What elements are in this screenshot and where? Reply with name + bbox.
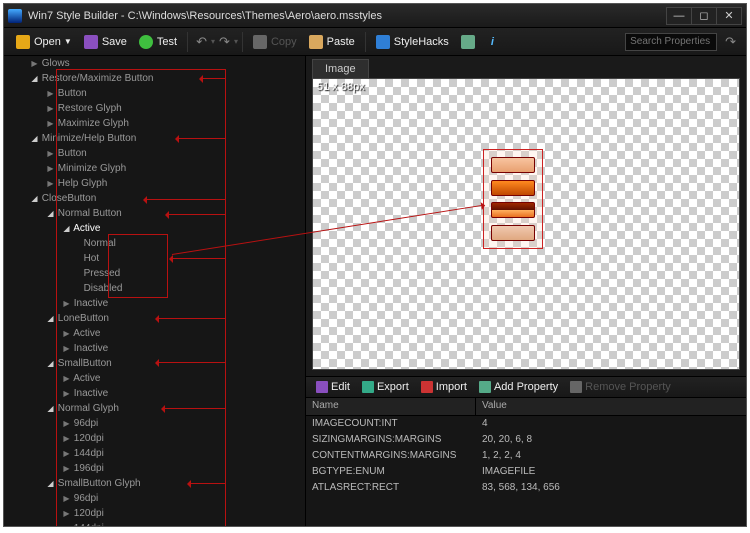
back-button[interactable]: ↶: [192, 34, 211, 50]
help-button[interactable]: i: [485, 34, 500, 50]
wand-icon: [461, 35, 475, 49]
maximize-button[interactable]: ◻: [691, 7, 717, 25]
tree-item-small-inactive[interactable]: ▶ Inactive: [4, 386, 305, 401]
import-icon: [421, 381, 433, 393]
tree-item-button-2[interactable]: ▶ Button: [4, 146, 305, 161]
copy-icon: [253, 35, 267, 49]
right-panel: Image 51 x 88px Edit Export Import Add P…: [306, 56, 746, 526]
column-name[interactable]: Name: [306, 398, 476, 415]
copy-button[interactable]: Copy: [247, 33, 303, 51]
tree-item-120dpi[interactable]: ▶ 120dpi: [4, 431, 305, 446]
tree-item-normal-button[interactable]: ◢ Normal Button: [4, 206, 305, 221]
image-tabs: Image: [306, 56, 746, 78]
tree-item-button[interactable]: ▶ Button: [4, 86, 305, 101]
tree-item-minimize-glyph[interactable]: ▶ Minimize Glyph: [4, 161, 305, 176]
search-input[interactable]: [625, 33, 717, 51]
tree-item-144dpi[interactable]: ▶ 144dpi: [4, 446, 305, 461]
image-canvas[interactable]: 51 x 88px: [312, 78, 740, 370]
property-row[interactable]: CONTENTMARGINS:MARGINS1, 2, 2, 4: [306, 448, 746, 464]
tree-item-lonebutton[interactable]: ◢ LoneButton: [4, 311, 305, 326]
export-button[interactable]: Export: [356, 381, 415, 393]
edit-button[interactable]: Edit: [310, 381, 356, 393]
play-icon: [139, 35, 153, 49]
window-title: Win7 Style Builder - C:\Windows\Resource…: [28, 10, 667, 22]
tree-item-normal[interactable]: Normal: [4, 236, 305, 251]
property-row[interactable]: SIZINGMARGINS:MARGINS20, 20, 6, 8: [306, 432, 746, 448]
tree-item-restore-maximize[interactable]: ◢ Restore/Maximize Button: [4, 71, 305, 86]
column-value[interactable]: Value: [476, 398, 513, 415]
tree-item-pressed[interactable]: Pressed: [4, 266, 305, 281]
property-row[interactable]: BGTYPE:ENUMIMAGEFILE: [306, 464, 746, 480]
stylehacks-button[interactable]: StyleHacks: [370, 33, 455, 51]
tree-item-sg-144dpi[interactable]: ▶ 144dpi: [4, 521, 305, 526]
toolbar: Open▼ Save Test ↶▾ ↷▾ Copy Paste StyleHa…: [4, 28, 746, 56]
property-row[interactable]: IMAGECOUNT:INT4: [306, 416, 746, 432]
sprite-state-normal: [491, 157, 535, 173]
tree-item-sg-96dpi[interactable]: ▶ 96dpi: [4, 491, 305, 506]
disk-icon: [84, 35, 98, 49]
remove-property-button[interactable]: Remove Property: [564, 381, 677, 393]
property-row[interactable]: ATLASRECT:RECT83, 568, 134, 656: [306, 480, 746, 496]
tree-item-lone-inactive[interactable]: ▶ Inactive: [4, 341, 305, 356]
tree-item-normal-glyph[interactable]: ◢ Normal Glyph: [4, 401, 305, 416]
tree-item-hot[interactable]: Hot: [4, 251, 305, 266]
tree-item-lone-active[interactable]: ▶ Active: [4, 326, 305, 341]
save-button[interactable]: Save: [78, 33, 133, 51]
import-button[interactable]: Import: [415, 381, 473, 393]
wand-button[interactable]: [455, 33, 485, 51]
close-button[interactable]: ✕: [716, 7, 742, 25]
tab-image[interactable]: Image: [312, 59, 369, 78]
edit-icon: [316, 381, 328, 393]
app-icon: [8, 9, 22, 23]
image-dimensions: 51 x 88px: [317, 81, 365, 93]
tree-item-smallbutton-glyph[interactable]: ◢ SmallButton Glyph: [4, 476, 305, 491]
paste-button[interactable]: Paste: [303, 33, 361, 51]
tree-item-sg-120dpi[interactable]: ▶ 120dpi: [4, 506, 305, 521]
hack-icon: [376, 35, 390, 49]
remove-icon: [570, 381, 582, 393]
folder-icon: [16, 35, 30, 49]
property-grid: Name Value IMAGECOUNT:INT4 SIZINGMARGINS…: [306, 398, 746, 526]
tree-item-96dpi[interactable]: ▶ 96dpi: [4, 416, 305, 431]
app-window: Win7 Style Builder - C:\Windows\Resource…: [3, 3, 747, 527]
paste-icon: [309, 35, 323, 49]
tree-item-active[interactable]: ◢ Active: [4, 221, 305, 236]
test-button[interactable]: Test: [133, 33, 183, 51]
tree-item-maximize-glyph[interactable]: ▶ Maximize Glyph: [4, 116, 305, 131]
sprite-state-disabled: [491, 225, 535, 241]
tree-item-glows[interactable]: ▶ Glows: [4, 56, 305, 71]
tree-item-disabled[interactable]: Disabled: [4, 281, 305, 296]
tree-item-minimize-help[interactable]: ◢ Minimize/Help Button: [4, 131, 305, 146]
sprite-state-pressed: [491, 202, 535, 218]
add-icon: [479, 381, 491, 393]
sprite-state-hot: [491, 180, 535, 196]
titlebar: Win7 Style Builder - C:\Windows\Resource…: [4, 4, 746, 28]
export-icon: [362, 381, 374, 393]
tree-item-small-active[interactable]: ▶ Active: [4, 371, 305, 386]
tree-item-196dpi[interactable]: ▶ 196dpi: [4, 461, 305, 476]
add-property-button[interactable]: Add Property: [473, 381, 564, 393]
tree-item-closebutton[interactable]: ◢ CloseButton: [4, 191, 305, 206]
tree-panel: ▶ Glows ◢ Restore/Maximize Button ▶ Butt…: [4, 56, 306, 526]
search-go-button[interactable]: ↷: [721, 34, 740, 50]
open-button[interactable]: Open▼: [10, 33, 78, 51]
tree-item-help-glyph[interactable]: ▶ Help Glyph: [4, 176, 305, 191]
tree-item-smallbutton[interactable]: ◢ SmallButton: [4, 356, 305, 371]
tree-item-inactive[interactable]: ▶ Inactive: [4, 296, 305, 311]
forward-button[interactable]: ↷: [215, 34, 234, 50]
minimize-button[interactable]: —: [666, 7, 692, 25]
image-preview: [483, 149, 543, 249]
tree-item-restore-glyph[interactable]: ▶ Restore Glyph: [4, 101, 305, 116]
property-toolbar: Edit Export Import Add Property Remove P…: [306, 376, 746, 398]
